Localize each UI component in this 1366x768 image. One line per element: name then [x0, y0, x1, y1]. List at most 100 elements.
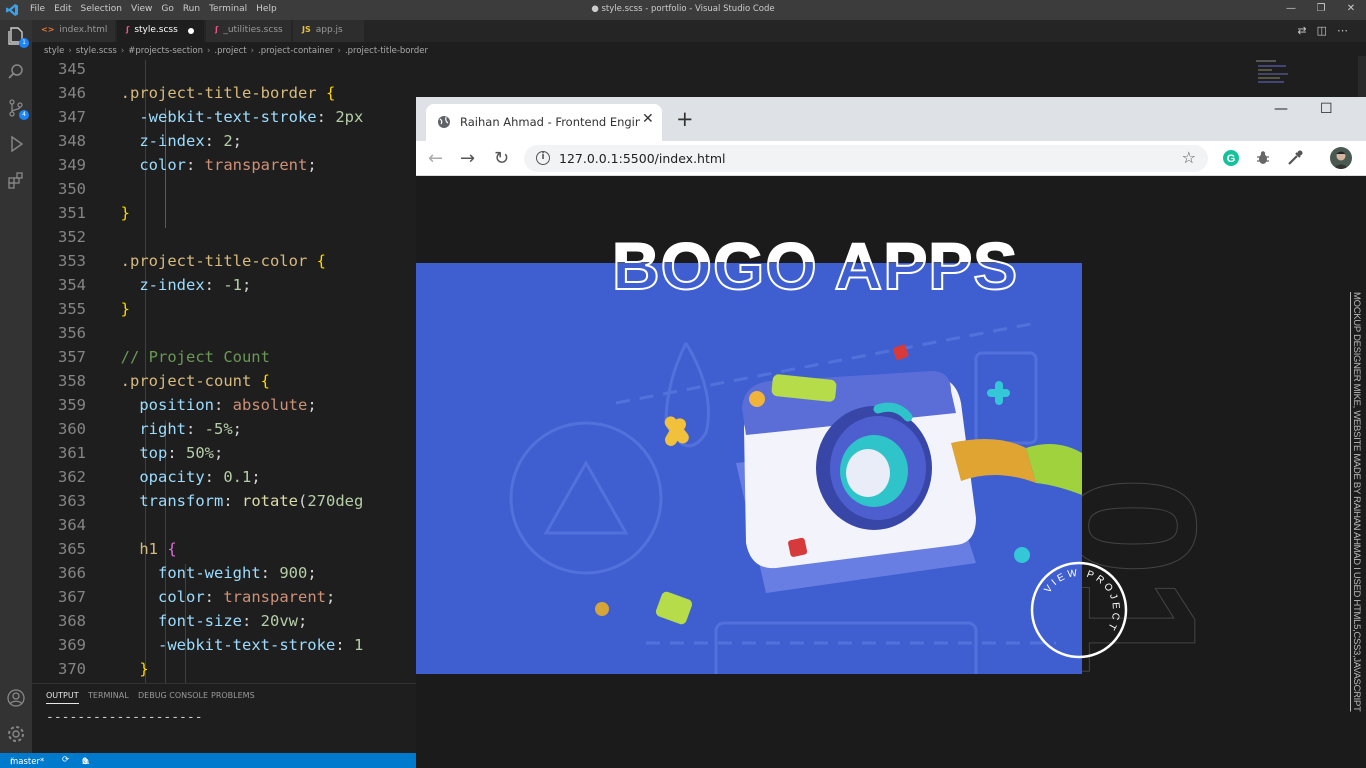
menu-item-terminal[interactable]: Terminal [209, 4, 247, 14]
code-line[interactable]: 368 font-size: 20vw; [32, 609, 416, 633]
search-icon[interactable] [6, 62, 26, 82]
address-bar[interactable]: i 127.0.0.1:5500/index.html ☆ [524, 145, 1208, 172]
unsaved-dot-icon[interactable] [188, 28, 194, 34]
menu-item-run[interactable]: Run [183, 4, 200, 14]
code-line[interactable]: 350 [32, 177, 416, 201]
browser-tab-strip: Raihan Ahmad - Frontend Engineer ✕ + — ☐ [416, 97, 1366, 141]
menu-item-selection[interactable]: Selection [81, 4, 122, 14]
close-icon[interactable]: ✕ [1336, 0, 1366, 20]
code-line[interactable]: 355 } [32, 297, 416, 321]
tab-debug-console[interactable]: DEBUG CONSOLE [138, 691, 208, 700]
browser-minimize-icon[interactable]: — [1274, 101, 1288, 117]
code-line[interactable]: 357 // Project Count [32, 345, 416, 369]
line-number: 346 [58, 84, 86, 102]
tab-utilities-scss[interactable]: ʃ _utilities.scss [206, 20, 292, 42]
tab-style-scss[interactable]: ʃ style.scss [117, 20, 205, 42]
bug-extension-icon[interactable] [1254, 149, 1272, 167]
code-line[interactable]: 358 .project-count { [32, 369, 416, 393]
breadcrumb-separator-icon: › [337, 46, 341, 56]
code-line[interactable]: 353 .project-title-color { [32, 249, 416, 273]
code-line[interactable]: 359 position: absolute; [32, 393, 416, 417]
line-number: 359 [58, 396, 86, 414]
close-tab-icon[interactable]: ✕ [642, 111, 654, 127]
explorer-icon[interactable]: 1 [6, 26, 29, 48]
vscode-logo-icon [6, 4, 18, 16]
minimap-preview [1256, 56, 1366, 98]
view-project-label: VIEW PROJECT [1043, 568, 1122, 635]
line-number: 352 [58, 228, 86, 246]
code-line[interactable]: 366 font-weight: 900; [32, 561, 416, 585]
new-tab-button[interactable]: + [676, 107, 694, 131]
code-text: } [120, 300, 131, 318]
breadcrumb-item[interactable]: style.scss [76, 46, 117, 56]
code-line[interactable]: 352 [32, 225, 416, 249]
restore-icon[interactable]: ❐ [1306, 0, 1336, 20]
code-line[interactable]: 364 [32, 513, 416, 537]
line-number: 363 [58, 492, 86, 510]
code-line[interactable]: 370 } [32, 657, 416, 681]
tab-problems[interactable]: PROBLEMS [211, 691, 255, 700]
code-line[interactable]: 351 } [32, 201, 416, 225]
code-line[interactable]: 348 z-index: 2; [32, 129, 416, 153]
browser-tab[interactable]: Raihan Ahmad - Frontend Engineer ✕ [426, 104, 662, 141]
breadcrumb-item[interactable]: #projects-section [128, 46, 203, 56]
code-text: } [139, 660, 149, 678]
code-text: -webkit-text-stroke: 1 [158, 636, 364, 654]
forward-icon[interactable]: → [460, 148, 475, 169]
code-line[interactable]: 354 z-index: -1; [32, 273, 416, 297]
breadcrumb-separator-icon: › [68, 46, 72, 56]
minimap[interactable] [1240, 56, 1366, 98]
profile-avatar[interactable] [1330, 147, 1352, 169]
tab-output[interactable]: OUTPUT [46, 691, 79, 704]
view-project-button[interactable]: VIEW PROJECT [1030, 561, 1128, 659]
code-line[interactable]: 349 color: transparent; [32, 153, 416, 177]
code-line[interactable]: 362 opacity: 0.1; [32, 465, 416, 489]
code-line[interactable]: 346 .project-title-border { [32, 81, 416, 105]
compare-icon[interactable]: ⇄ [1297, 24, 1316, 37]
line-number: 361 [58, 444, 86, 462]
code-editor[interactable]: 345 346 .project-title-border {347 -webki… [32, 60, 416, 683]
status-bar: ᚴ master* ⟳ ⊗ 0 ⚠ 0 [0, 753, 416, 768]
line-number: 358 [58, 372, 86, 390]
html-file-icon: <> [41, 25, 55, 34]
menu-item-go[interactable]: Go [161, 4, 173, 14]
browser-maximize-icon[interactable]: ☐ [1320, 101, 1333, 117]
code-text: .project-count { [120, 372, 271, 390]
menu-item-edit[interactable]: Edit [54, 4, 71, 14]
run-debug-icon[interactable] [6, 134, 26, 154]
more-actions-icon[interactable]: ⋯ [1337, 24, 1358, 37]
breadcrumb-item[interactable]: style [44, 46, 64, 56]
extensions-icon[interactable] [6, 170, 26, 190]
code-line[interactable]: 363 transform: rotate(270deg [32, 489, 416, 513]
menu-item-file[interactable]: File [30, 4, 45, 14]
code-line[interactable]: 345 [32, 60, 416, 81]
menu-item-help[interactable]: Help [256, 4, 277, 14]
code-line[interactable]: 356 [32, 321, 416, 345]
tab-index-html[interactable]: <> index.html [32, 20, 116, 42]
code-line[interactable]: 369 -webkit-text-stroke: 1 [32, 633, 416, 657]
code-line[interactable]: 365 h1 { [32, 537, 416, 561]
code-line[interactable]: 360 right: -5%; [32, 417, 416, 441]
tab-terminal[interactable]: TERMINAL [88, 691, 129, 700]
settings-gear-icon[interactable] [6, 724, 26, 744]
source-control-icon[interactable]: 4 [6, 98, 29, 120]
back-icon[interactable]: ← [428, 148, 443, 169]
eyedropper-icon[interactable] [1286, 149, 1304, 167]
split-editor-icon[interactable]: ◫ [1317, 24, 1337, 37]
menu-item-view[interactable]: View [131, 4, 152, 14]
grammarly-icon[interactable]: G [1222, 149, 1240, 167]
breadcrumb-item[interactable]: .project-title-border [345, 46, 428, 56]
account-icon[interactable] [6, 688, 26, 708]
sync-icon[interactable]: ⟳ [62, 755, 69, 765]
reload-icon[interactable]: ↻ [494, 148, 509, 169]
project-image[interactable] [416, 263, 1082, 674]
code-line[interactable]: 367 color: transparent; [32, 585, 416, 609]
breadcrumb-item[interactable]: .project-container [258, 46, 334, 56]
breadcrumb-item[interactable]: .project [214, 46, 246, 56]
tab-app-js[interactable]: JS app.js [293, 20, 365, 42]
code-line[interactable]: 361 top: 50%; [32, 441, 416, 465]
code-line[interactable]: 347 -webkit-text-stroke: 2px [32, 105, 416, 129]
minimize-icon[interactable]: — [1276, 0, 1306, 20]
info-icon[interactable]: i [536, 151, 550, 165]
bookmark-star-icon[interactable]: ☆ [1182, 148, 1196, 167]
